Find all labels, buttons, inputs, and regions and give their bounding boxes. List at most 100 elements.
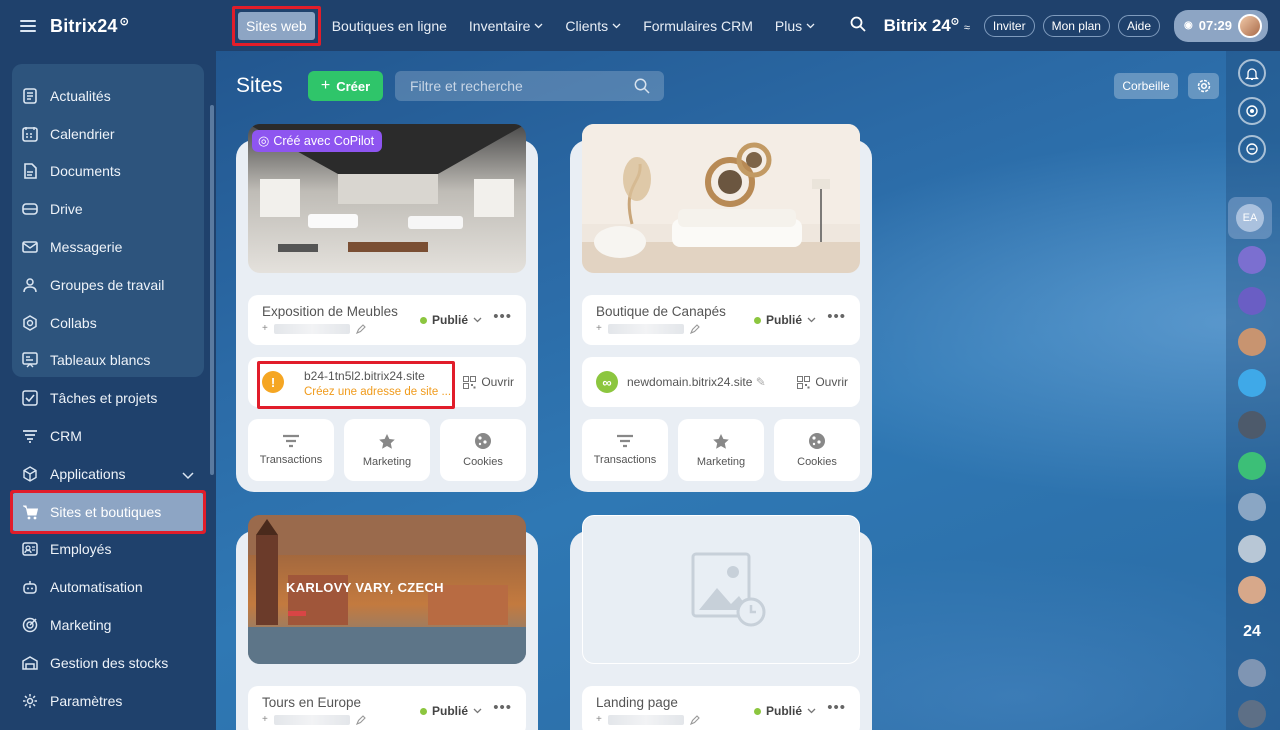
avatar[interactable]	[1238, 246, 1266, 274]
topnav-sites-web[interactable]: Sites web	[232, 5, 321, 46]
more-options-icon[interactable]: •••	[827, 308, 846, 325]
site-thumbnail[interactable]	[582, 124, 860, 273]
sidebar-item-crm[interactable]: CRM	[12, 417, 204, 455]
trash-button[interactable]: Corbeille	[1114, 73, 1178, 99]
chevron-down-icon[interactable]	[182, 467, 194, 483]
sidebar-item-label: Messagerie	[50, 239, 123, 256]
sidebar-item-stocks[interactable]: Gestion des stocks	[12, 644, 204, 682]
status-dot	[419, 707, 427, 715]
applications-icon	[22, 466, 38, 482]
avatar[interactable]	[1238, 328, 1266, 356]
sidebar-item-taches[interactable]: Tâches et projets	[12, 379, 204, 417]
phone-icon[interactable]	[1238, 452, 1266, 480]
cart-icon	[22, 504, 38, 520]
chat-bubble-icon[interactable]	[1238, 369, 1266, 397]
app-logo[interactable]: Bitrix24 ⊙	[50, 15, 129, 37]
site-card: ◎ Créé avec CoPilot Exposition de Meubles…	[236, 124, 538, 492]
open-site-button[interactable]: Ouvrir	[463, 375, 514, 389]
topnav-boutiques[interactable]: Boutiques en ligne	[321, 18, 458, 34]
sidebar-item-calendrier[interactable]: Calendrier	[12, 115, 204, 153]
user-avatar[interactable]	[1238, 13, 1262, 38]
page-title: Sites	[236, 74, 283, 97]
chat-icon[interactable]	[1238, 135, 1266, 163]
cookies-button[interactable]: Cookies	[440, 419, 526, 481]
more-options-icon[interactable]: •••	[493, 308, 512, 325]
avatar[interactable]	[1238, 411, 1266, 439]
avatar[interactable]	[1238, 659, 1266, 687]
pencil-icon[interactable]	[689, 714, 700, 725]
status-dropdown[interactable]: Publié	[419, 704, 482, 718]
site-domain[interactable]: newdomain.bitrix24.site ✎	[627, 375, 766, 389]
more-options-icon[interactable]: •••	[493, 699, 512, 716]
settings-button[interactable]	[1188, 73, 1219, 99]
transactions-button[interactable]: Transactions	[248, 419, 334, 481]
transactions-button[interactable]: Transactions	[582, 419, 668, 481]
topnav-clients[interactable]: Clients	[554, 18, 632, 34]
menu-icon[interactable]	[20, 19, 36, 32]
bell-icon[interactable]	[1238, 59, 1266, 87]
sidebar-item-collabs[interactable]: Collabs	[12, 304, 204, 342]
open-site-button[interactable]: Ouvrir	[797, 375, 848, 389]
sidebar-item-applications[interactable]: Applications	[12, 455, 204, 493]
status-dropdown[interactable]: Publié	[419, 313, 482, 327]
action-label: Cookies	[463, 456, 503, 468]
search-input[interactable]: Filtre et recherche	[395, 71, 664, 101]
marketing-button[interactable]: Marketing	[678, 419, 764, 481]
topnav-plus[interactable]: Plus	[764, 18, 826, 34]
site-name[interactable]: Boutique de Canapés	[596, 304, 726, 319]
sidebar-item-parametres[interactable]: Paramètres	[12, 682, 204, 720]
site-name[interactable]: Landing page	[596, 695, 678, 710]
site-thumbnail[interactable]: KARLOVY VARY, CZECH	[248, 515, 526, 664]
my-plan-button[interactable]: Mon plan	[1042, 14, 1110, 37]
site-name[interactable]: Tours en Europe	[262, 695, 361, 710]
avatar[interactable]	[1238, 576, 1266, 604]
avatar[interactable]	[1238, 287, 1266, 315]
site-domain[interactable]: b24-1tn5l2.bitrix24.site	[304, 369, 425, 383]
status-dropdown[interactable]: Publié	[753, 313, 816, 327]
cookies-button[interactable]: Cookies	[774, 419, 860, 481]
sidebar-item-groupes[interactable]: Groupes de travail	[12, 266, 204, 304]
sidebar-item-drive[interactable]: Drive	[12, 190, 204, 228]
more-options-icon[interactable]: •••	[827, 699, 846, 716]
avatar[interactable]	[1238, 535, 1266, 563]
bitrix24-icon[interactable]: 24	[1238, 618, 1266, 646]
help-button[interactable]: Aide	[1117, 14, 1161, 37]
action-label: Transactions	[259, 454, 323, 466]
star-icon	[379, 433, 395, 449]
sidebar-item-actualites[interactable]: Actualités	[12, 77, 204, 115]
site-thumbnail-placeholder[interactable]	[582, 515, 860, 664]
search-icon[interactable]	[634, 78, 650, 97]
group-icon	[22, 277, 38, 293]
topnav-formulaires[interactable]: Formulaires CRM	[632, 18, 764, 34]
brand-logo[interactable]: Bitrix 24⊙ ≈	[884, 16, 970, 36]
domain-warning-link[interactable]: Créez une adresse de site ...	[304, 386, 464, 398]
warning-icon: !	[262, 371, 284, 393]
sidebar-item-messagerie[interactable]: Messagerie	[12, 228, 204, 266]
create-button[interactable]: + Créer	[308, 71, 383, 101]
sidebar-scrollbar[interactable]	[210, 105, 214, 475]
topnav-inventaire[interactable]: Inventaire	[458, 18, 554, 34]
site-address-line: +	[262, 714, 366, 725]
chevron-down-icon	[473, 708, 482, 714]
sidebar-item-documents[interactable]: Documents	[12, 153, 204, 191]
sidebar-item-tableaux[interactable]: Tableaux blancs	[12, 342, 204, 380]
invite-button[interactable]: Inviter	[983, 14, 1035, 37]
rail-item-ea[interactable]: EA	[1228, 197, 1272, 239]
copilot-icon[interactable]	[1238, 97, 1266, 125]
status-dropdown[interactable]: Publié	[753, 704, 816, 718]
pencil-icon[interactable]	[689, 323, 700, 334]
sidebar-item-automatisation[interactable]: Automatisation	[12, 568, 204, 606]
site-name[interactable]: Exposition de Meubles	[262, 304, 398, 319]
status-label: Publié	[765, 704, 802, 718]
sidebar-item-marketing[interactable]: Marketing	[12, 606, 204, 644]
work-time-clock[interactable]: ◉ 07:29	[1174, 9, 1268, 42]
avatar[interactable]	[1238, 700, 1266, 728]
search-icon[interactable]	[850, 16, 866, 35]
marketing-button[interactable]: Marketing	[344, 419, 430, 481]
pencil-icon[interactable]	[355, 714, 366, 725]
pencil-icon[interactable]	[355, 323, 366, 334]
avatar[interactable]	[1238, 493, 1266, 521]
sidebar-item-employes[interactable]: Employés	[12, 531, 204, 569]
top-navigation-bar: Sites web Boutiques en ligne Inventaire …	[216, 0, 1280, 51]
sidebar-item-sites[interactable]: Sites et boutiques	[10, 489, 206, 534]
